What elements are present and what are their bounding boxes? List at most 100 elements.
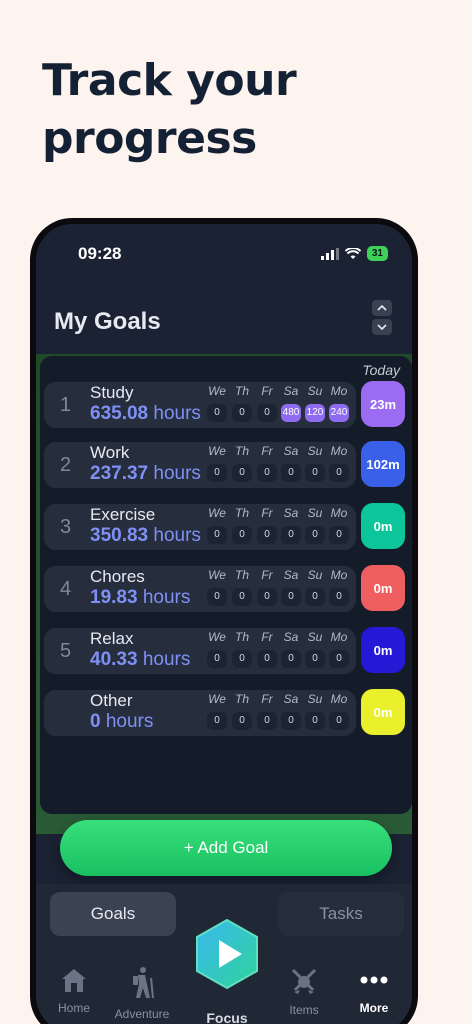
day-header: Fr <box>261 384 273 398</box>
today-minutes-button[interactable]: 0m <box>361 565 405 611</box>
day-minutes: 0 <box>281 464 301 482</box>
day-header: Su <box>307 692 323 706</box>
day-header: We <box>208 506 226 520</box>
app-screen: 09:28 31 My Goals Today 1 Study 635.08 h… <box>36 224 412 1024</box>
day-minutes: 0 <box>329 526 349 544</box>
day-header: Fr <box>261 444 273 458</box>
day-minutes: 0 <box>207 404 227 422</box>
goal-pill[interactable]: 5 Relax 40.33 hours We 0 Th 0 Fr 0 Sa 0 Su 0 Mo 0 <box>44 628 356 674</box>
today-minutes-button[interactable]: 102m <box>361 441 405 487</box>
day-header: Mo <box>330 568 348 582</box>
goal-pill[interactable]: 2 Work 237.37 hours We 0 Th 0 Fr 0 Sa 0 Su 0 Mo 0 <box>44 442 356 488</box>
day-minutes: 0 <box>329 650 349 668</box>
day-minutes: 0 <box>305 712 325 730</box>
tab-tasks[interactable]: Tasks <box>278 892 404 936</box>
nav-home[interactable]: Home <box>42 966 106 1015</box>
day-minutes: 0 <box>257 650 277 668</box>
day-minutes: 0 <box>207 464 227 482</box>
nav-items[interactable]: Items <box>272 966 336 1017</box>
today-minutes-button[interactable]: 0m <box>361 503 405 549</box>
day-minutes: 0 <box>305 526 325 544</box>
chevron-down-icon <box>377 324 387 330</box>
today-minutes-button[interactable]: 23m <box>361 381 405 427</box>
hiker-icon <box>133 967 154 999</box>
goal-pill[interactable]: 3 Exercise 350.83 hours We 0 Th 0 Fr 0 Sa 0 Su 0 Mo 0 <box>44 504 356 550</box>
day-minutes: 0 <box>305 588 325 606</box>
goal-row[interactable]: Other 0 hours We 0 Th 0 Fr 0 Sa 0 Su 0 Mo 0 0m <box>44 689 410 738</box>
goal-name: Relax <box>90 629 134 648</box>
status-time: 09:28 <box>78 244 122 263</box>
day-header: Su <box>307 384 323 398</box>
goal-hours-unit: hours <box>142 587 191 608</box>
day-header: Mo <box>330 692 348 706</box>
status-icons: 31 <box>320 246 388 261</box>
day-header: Fr <box>261 568 273 582</box>
day-header: Th <box>234 692 249 706</box>
sort-controls <box>372 300 392 335</box>
day-minutes: 0 <box>232 526 252 544</box>
day-minutes: 0 <box>207 650 227 668</box>
day-minutes: 0 <box>281 588 301 606</box>
day-minutes: 0 <box>281 712 301 730</box>
day-header: We <box>208 568 226 582</box>
goal-hours: 350.83 hours <box>90 525 201 547</box>
day-minutes: 0 <box>232 650 252 668</box>
day-header: Sa <box>283 630 299 644</box>
goal-row[interactable]: 4 Chores 19.83 hours We 0 Th 0 Fr 0 Sa 0 Su 0 Mo 0 0m <box>44 565 410 614</box>
nav-more-label: More <box>359 1001 389 1015</box>
focus-play-button[interactable] <box>194 918 260 990</box>
goal-pill[interactable]: 1 Study 635.08 hours We 0 Th 0 Fr 0 Sa 480 Su 120 Mo 2… <box>44 382 356 428</box>
goal-name: Work <box>90 443 130 462</box>
goals-card: Today 1 Study 635.08 hours We 0 Th 0 Fr 0 Sa 480 Su… <box>40 356 412 814</box>
nav-adventure-label: Adventure <box>114 1007 170 1021</box>
day-header: Fr <box>261 692 273 706</box>
today-minutes-button[interactable]: 0m <box>361 689 405 735</box>
goal-row[interactable]: 1 Study 635.08 hours We 0 Th 0 Fr 0 Sa 480 Su 120 Mo 2… <box>44 381 410 430</box>
add-goal-button[interactable]: + Add Goal <box>60 820 392 876</box>
day-header: Sa <box>283 444 299 458</box>
goal-hours-value: 237.37 <box>90 463 149 484</box>
goal-hours: 635.08 hours <box>90 403 201 425</box>
day-minutes: 0 <box>257 712 277 730</box>
day-header: We <box>208 384 226 398</box>
day-header: Th <box>234 506 249 520</box>
day-minutes: 0 <box>232 404 252 422</box>
nav-more[interactable]: More <box>342 966 406 1015</box>
move-up-button[interactable] <box>372 300 392 316</box>
goal-row[interactable]: 5 Relax 40.33 hours We 0 Th 0 Fr 0 Sa 0 Su 0 Mo 0 0m <box>44 627 410 676</box>
goal-pill[interactable]: Other 0 hours We 0 Th 0 Fr 0 Sa 0 Su 0 Mo 0 <box>44 690 356 736</box>
today-minutes-button[interactable]: 0m <box>361 627 405 673</box>
day-minutes: 0 <box>207 712 227 730</box>
move-down-button[interactable] <box>372 319 392 335</box>
day-header: We <box>208 692 226 706</box>
goal-hours-unit: hours <box>153 463 201 484</box>
day-header: We <box>208 444 226 458</box>
nav-adventure[interactable]: Adventure <box>110 966 174 1021</box>
goal-pill[interactable]: 4 Chores 19.83 hours We 0 Th 0 Fr 0 Sa 0 Su 0 Mo 0 <box>44 566 356 612</box>
phone-frame: 09:28 31 My Goals Today 1 Study 635.08 h… <box>30 218 418 1024</box>
goal-hours-value: 635.08 <box>90 403 149 424</box>
day-minutes: 0 <box>257 588 277 606</box>
goal-row[interactable]: 3 Exercise 350.83 hours We 0 Th 0 Fr 0 Sa 0 Su 0 Mo 0 0… <box>44 503 410 552</box>
goal-number: 5 <box>60 640 72 662</box>
day-header: Fr <box>261 630 273 644</box>
day-minutes: 0 <box>329 712 349 730</box>
tab-goals[interactable]: Goals <box>50 892 176 936</box>
day-header: Sa <box>283 692 299 706</box>
day-header: Sa <box>283 506 299 520</box>
goal-hours: 19.83 hours <box>90 587 190 609</box>
day-minutes: 0 <box>207 526 227 544</box>
day-minutes: 0 <box>305 650 325 668</box>
battery-indicator: 31 <box>366 246 388 261</box>
day-minutes: 480 <box>281 404 301 422</box>
day-minutes: 0 <box>232 712 252 730</box>
goal-hours-value: 0 <box>90 711 101 732</box>
headline: Track your progress <box>42 55 297 164</box>
signal-icon <box>320 247 339 260</box>
day-header: Mo <box>330 506 348 520</box>
goal-name: Study <box>90 383 134 402</box>
goal-row[interactable]: 2 Work 237.37 hours We 0 Th 0 Fr 0 Sa 0 Su 0 Mo 0 102m <box>44 441 410 490</box>
more-dots-icon <box>360 976 388 984</box>
day-header: Mo <box>330 444 348 458</box>
day-header: Su <box>307 630 323 644</box>
